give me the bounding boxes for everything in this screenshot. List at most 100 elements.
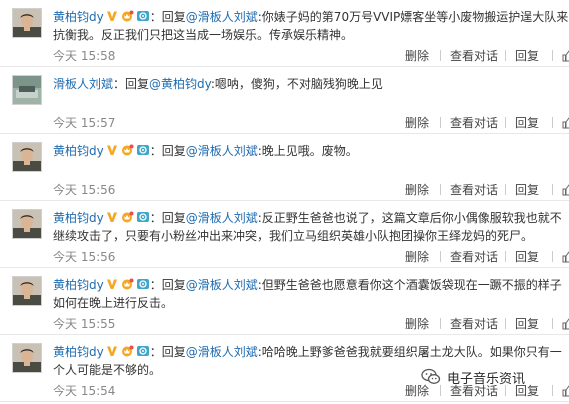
delete-link[interactable]: 删除 <box>405 248 431 265</box>
user-badges <box>104 278 150 292</box>
mention-link[interactable]: @滑板人刘斌 <box>186 345 258 359</box>
comment-text-block: 黄柏钧dy ：回复@滑板人刘斌:你婊子妈的第70万号VVIP嫖客坐等小废物搬运护逞… <box>53 8 569 44</box>
comment-text: :哈哈晚上野爹爸爸我就要组织屠土龙大队。如果你只有一 <box>257 345 562 359</box>
reply-prefix: ：回复 <box>149 345 186 359</box>
view-conversation-link[interactable]: 查看对话 <box>450 248 498 265</box>
thumb-up-icon[interactable] <box>562 385 569 397</box>
reply-prefix: ：回复 <box>149 278 186 292</box>
v-verified-icon <box>106 210 118 222</box>
watermark-text: 电子音乐资讯 <box>447 371 526 387</box>
thumb-up-icon[interactable] <box>562 50 569 62</box>
avatar[interactable] <box>12 142 42 172</box>
mention-link[interactable]: @滑板人刘斌 <box>186 144 258 158</box>
comment-item: 滑板人刘斌：回复@黄柏钧dy:嗯呐，傻狗，不对脑残狗晚上见 今天 15:57 删… <box>0 67 569 134</box>
vip-crown-icon <box>120 278 134 290</box>
username-link[interactable]: 黄柏钧dy <box>53 345 104 359</box>
action-divider <box>552 318 553 329</box>
action-divider <box>552 184 553 195</box>
comment-list: 黄柏钧dy ：回复@滑板人刘斌:你婊子妈的第70万号VVIP嫖客坐等小废物搬运护逞… <box>0 0 569 402</box>
avatar[interactable] <box>12 8 42 38</box>
comment-body: 黄柏钧dy ：回复@滑板人刘斌:但野生爸爸也愿意看你这个酒囊饭袋现在一蹶不振的样子… <box>53 276 569 312</box>
delete-link[interactable]: 删除 <box>405 114 431 131</box>
comment-meta: 今天 15:58 删除 查看对话 回复 <box>53 47 569 63</box>
vip-crown-icon <box>120 345 134 357</box>
comment-item: 黄柏钧dy ：回复@滑板人刘斌:反正野生爸爸也说了，这篇文章后你小偶像服软我也就不… <box>0 201 569 268</box>
action-divider <box>440 117 441 128</box>
view-conversation-link[interactable]: 查看对话 <box>450 315 498 332</box>
username-link[interactable]: 黄柏钧dy <box>53 211 104 225</box>
action-divider <box>440 184 441 195</box>
comment-time: 今天 15:58 <box>53 49 116 63</box>
mention-link[interactable]: @黄柏钧dy <box>149 77 211 91</box>
comment-time: 今天 15:56 <box>53 250 116 264</box>
comment-item: 黄柏钧dy ：回复@滑板人刘斌:但野生爸爸也愿意看你这个酒囊饭袋现在一蹶不振的样子… <box>0 268 569 335</box>
comment-meta: 今天 15:55 删除 查看对话 回复 <box>53 315 569 331</box>
comment-text: :但野生爸爸也愿意看你这个酒囊饭袋现在一蹶不振的样子 <box>257 278 562 292</box>
mention-link[interactable]: @滑板人刘斌 <box>186 211 258 225</box>
comment-actions: 删除 查看对话 回复 <box>405 248 569 265</box>
wechat-icon <box>421 368 441 386</box>
vip-crown-icon <box>120 211 134 223</box>
thumb-up-icon[interactable] <box>562 184 569 196</box>
comment-text: :你婊子妈的第70万号VVIP嫖客坐等小废物搬运护逞大队来 <box>257 10 569 24</box>
avatar[interactable] <box>12 209 42 239</box>
comment-body: 黄柏钧dy ：回复@滑板人刘斌:你婊子妈的第70万号VVIP嫖客坐等小废物搬运护逞… <box>53 8 569 44</box>
username-link[interactable]: 黄柏钧dy <box>53 278 104 292</box>
v-verified-icon <box>106 344 118 356</box>
action-divider <box>552 50 553 61</box>
comment-actions: 删除 查看对话 回复 <box>405 181 569 198</box>
user-badges <box>104 345 150 359</box>
avatar[interactable] <box>12 343 42 373</box>
mention-link[interactable]: @滑板人刘斌 <box>186 10 258 24</box>
view-conversation-link[interactable]: 查看对话 <box>450 47 498 64</box>
reply-prefix: ：回复 <box>149 144 186 158</box>
avatar[interactable] <box>12 75 42 105</box>
comment-text-continued: 抗衡我。反正我们只把这当成一场娱乐。传承娱乐精神。 <box>53 28 354 42</box>
avatar[interactable] <box>12 276 42 306</box>
vip-crown-icon <box>120 144 134 156</box>
comment-time: 今天 15:55 <box>53 317 116 331</box>
v-verified-icon <box>106 9 118 21</box>
comment-item: 黄柏钧dy ：回复@滑板人刘斌:晚上见哦。废物。 今天 15:56 删除 查看对话回… <box>0 134 569 201</box>
username-link[interactable]: 黄柏钧dy <box>53 10 104 24</box>
action-divider <box>505 50 506 61</box>
delete-link[interactable]: 删除 <box>405 47 431 64</box>
reply-link[interactable]: 回复 <box>515 315 543 332</box>
comment-item: 黄柏钧dy ：回复@滑板人刘斌:你婊子妈的第70万号VVIP嫖客坐等小废物搬运护逞… <box>0 0 569 67</box>
user-badges <box>104 144 150 158</box>
comment-text: :嗯呐，傻狗，不对脑残狗晚上见 <box>210 77 383 91</box>
member-badge-icon <box>136 211 150 223</box>
comment-body: 黄柏钧dy ：回复@滑板人刘斌:反正野生爸爸也说了，这篇文章后你小偶像服软我也就不… <box>53 209 569 245</box>
delete-link[interactable]: 删除 <box>405 181 431 198</box>
v-verified-icon <box>106 143 118 155</box>
reply-prefix: ：回复 <box>113 77 150 91</box>
thumb-up-icon[interactable] <box>562 251 569 263</box>
view-conversation-link[interactable]: 查看对话 <box>450 181 498 198</box>
comment-meta: 今天 15:56 删除 查看对话 回复 <box>53 181 569 197</box>
reply-link[interactable]: 回复 <box>515 248 543 265</box>
delete-link[interactable]: 删除 <box>405 315 431 332</box>
thumb-up-icon[interactable] <box>562 117 569 129</box>
comment-text-block: 黄柏钧dy ：回复@滑板人刘斌:但野生爸爸也愿意看你这个酒囊饭袋现在一蹶不振的样子… <box>53 276 569 312</box>
view-conversation-link[interactable]: 查看对话 <box>450 114 498 131</box>
reply-link[interactable]: 回复 <box>515 47 543 64</box>
comment-meta: 今天 15:56 删除 查看对话 回复 <box>53 248 569 264</box>
comment-body: 黄柏钧dy ：回复@滑板人刘斌:晚上见哦。废物。 <box>53 142 569 160</box>
action-divider <box>505 318 506 329</box>
member-badge-icon <box>136 10 150 22</box>
username-link[interactable]: 滑板人刘斌 <box>53 77 113 91</box>
thumb-up-icon[interactable] <box>562 318 569 330</box>
comment-text: :反正野生爸爸也说了，这篇文章后你小偶像服软我也就不 <box>257 211 562 225</box>
username-link[interactable]: 黄柏钧dy <box>53 144 104 158</box>
comment-text-block: 黄柏钧dy ：回复@滑板人刘斌:晚上见哦。废物。 <box>53 142 569 160</box>
mention-link[interactable]: @滑板人刘斌 <box>186 278 258 292</box>
action-divider <box>552 117 553 128</box>
member-badge-icon <box>136 144 150 156</box>
reply-link[interactable]: 回复 <box>515 114 543 131</box>
comment-body: 滑板人刘斌：回复@黄柏钧dy:嗯呐，傻狗，不对脑残狗晚上见 <box>53 75 569 93</box>
reply-link[interactable]: 回复 <box>515 181 543 198</box>
member-badge-icon <box>136 345 150 357</box>
member-badge-icon <box>136 278 150 290</box>
action-divider <box>552 251 553 262</box>
comment-text-continued: 继续攻击了，只要有小粉丝冲出来冲突，我们立马组织英雄小队抱团操你王绎龙妈的死尸。 <box>53 229 534 243</box>
